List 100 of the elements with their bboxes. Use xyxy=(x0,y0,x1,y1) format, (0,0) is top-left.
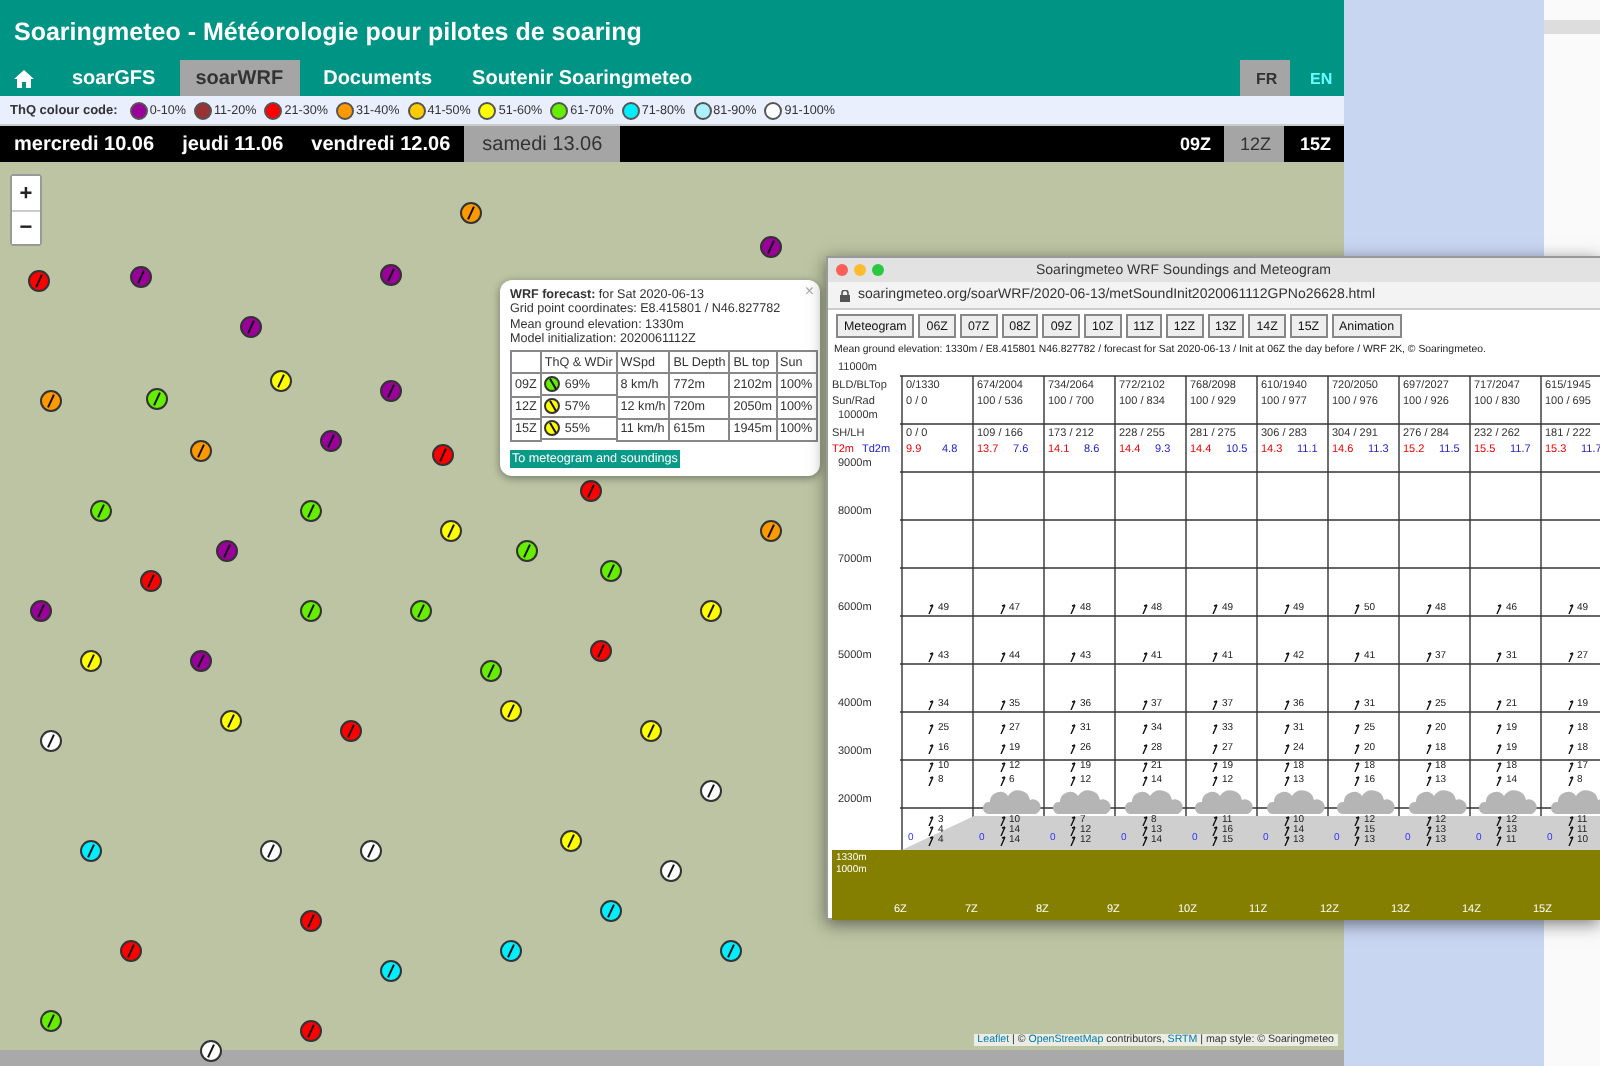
map-marker[interactable] xyxy=(130,266,152,288)
map-marker[interactable] xyxy=(516,540,538,562)
map-marker[interactable] xyxy=(270,370,292,392)
wind-arrow-icon xyxy=(1141,724,1147,734)
wind-arrow-icon xyxy=(1567,744,1573,754)
map-marker[interactable] xyxy=(580,480,602,502)
map-marker[interactable] xyxy=(30,600,52,622)
map-marker[interactable] xyxy=(410,600,432,622)
map-marker[interactable] xyxy=(432,444,454,466)
wind-arrow-icon xyxy=(1425,604,1431,614)
map-marker[interactable] xyxy=(640,720,662,742)
language-tab[interactable]: FR xyxy=(1240,60,1290,96)
map-marker[interactable] xyxy=(760,520,782,542)
edge-bar xyxy=(1544,20,1600,34)
wind-arrow-icon xyxy=(1141,604,1147,614)
wind-arrow-icon xyxy=(999,652,1005,662)
map-marker[interactable] xyxy=(380,960,402,982)
wind-arrow-icon xyxy=(1283,762,1289,772)
wind-arrow-icon xyxy=(1070,700,1076,710)
map-marker[interactable] xyxy=(120,940,142,962)
wind-arrow-icon xyxy=(1567,604,1573,614)
map-marker[interactable] xyxy=(500,700,522,722)
wind-arrow-icon xyxy=(999,700,1005,710)
wind-arrow-icon xyxy=(1212,604,1218,614)
wind-arrow-icon xyxy=(1070,724,1076,734)
zoom-out-button[interactable]: − xyxy=(12,210,40,244)
map-marker[interactable] xyxy=(660,860,682,882)
map-marker[interactable] xyxy=(380,380,402,402)
map-marker[interactable] xyxy=(440,520,462,542)
map-marker[interactable] xyxy=(720,940,742,962)
map-marker[interactable] xyxy=(500,940,522,962)
wind-arrow-icon xyxy=(1212,700,1218,710)
wind-arrow-icon xyxy=(1496,776,1502,786)
map-marker[interactable] xyxy=(220,710,242,732)
day-tab[interactable]: samedi 13.06 xyxy=(464,126,621,162)
map-marker[interactable] xyxy=(146,388,168,410)
lock-icon xyxy=(840,289,850,301)
map-marker[interactable] xyxy=(340,720,362,742)
map-marker[interactable] xyxy=(300,1020,322,1042)
nav-tab[interactable]: Soutenir Soaringmeteo xyxy=(456,60,709,96)
nav-tab[interactable]: Documents xyxy=(307,60,449,96)
map-marker[interactable] xyxy=(300,500,322,522)
wind-arrow-icon xyxy=(1141,776,1147,786)
hour-tab[interactable]: 09Z xyxy=(1164,126,1224,162)
wind-arrow-icon xyxy=(1425,652,1431,662)
wind-arrow-icon xyxy=(1354,700,1360,710)
nav-tab[interactable]: soarWRF xyxy=(179,60,300,96)
wind-arrow-icon xyxy=(1141,744,1147,754)
day-tab[interactable]: vendredi 12.06 xyxy=(297,126,465,162)
map-marker[interactable] xyxy=(700,780,722,802)
wind-arrow-icon xyxy=(1070,744,1076,754)
map-marker[interactable] xyxy=(320,430,342,452)
map-marker[interactable] xyxy=(560,830,582,852)
map-marker[interactable] xyxy=(590,640,612,662)
map-marker[interactable] xyxy=(40,390,62,412)
map-marker[interactable] xyxy=(80,650,102,672)
map-marker[interactable] xyxy=(760,236,782,258)
wind-arrow-icon xyxy=(1496,700,1502,710)
wind-arrow-icon xyxy=(1496,724,1502,734)
day-tab[interactable]: mercredi 10.06 xyxy=(0,126,169,162)
map-marker[interactable] xyxy=(240,316,262,338)
map-marker[interactable] xyxy=(190,440,212,462)
map-marker[interactable] xyxy=(80,840,102,862)
map-marker[interactable] xyxy=(300,600,322,622)
wind-arrow-icon xyxy=(1212,776,1218,786)
map-marker[interactable] xyxy=(460,202,482,224)
hour-tab[interactable]: 15Z xyxy=(1284,126,1344,162)
wind-arrow-icon xyxy=(1567,776,1573,786)
map-marker[interactable] xyxy=(380,264,402,286)
nav-tab[interactable]: soarGFS xyxy=(56,60,172,96)
wind-arrow-icon xyxy=(1496,604,1502,614)
wind-arrow-icon xyxy=(999,604,1005,614)
wind-arrow-icon xyxy=(928,762,934,772)
wind-arrow-icon xyxy=(1425,762,1431,772)
wind-arrow-icon xyxy=(1212,744,1218,754)
map-marker[interactable] xyxy=(140,570,162,592)
home-icon[interactable] xyxy=(14,69,34,87)
wind-arrow-icon xyxy=(1354,652,1360,662)
map-marker[interactable] xyxy=(216,540,238,562)
wind-arrow-icon xyxy=(1567,652,1573,662)
map-marker[interactable] xyxy=(300,910,322,932)
map-marker[interactable] xyxy=(200,1040,222,1062)
hour-tab[interactable]: 12Z xyxy=(1224,126,1284,162)
wind-arrow-icon xyxy=(1496,744,1502,754)
map-marker[interactable] xyxy=(190,650,212,672)
map-marker[interactable] xyxy=(360,840,382,862)
wind-arrow-icon xyxy=(1070,604,1076,614)
map-marker[interactable] xyxy=(260,840,282,862)
map-marker[interactable] xyxy=(40,1010,62,1032)
wind-arrow-icon xyxy=(1283,652,1289,662)
map-marker[interactable] xyxy=(700,600,722,622)
map-marker[interactable] xyxy=(600,900,622,922)
map-marker[interactable] xyxy=(40,730,62,752)
wind-arrow-icon xyxy=(1070,762,1076,772)
map-marker[interactable] xyxy=(600,560,622,582)
day-tab[interactable]: jeudi 11.06 xyxy=(168,126,298,162)
map-marker[interactable] xyxy=(90,500,112,522)
wind-arrow-icon xyxy=(1567,700,1573,710)
map-marker[interactable] xyxy=(480,660,502,682)
map-marker[interactable] xyxy=(28,270,50,292)
